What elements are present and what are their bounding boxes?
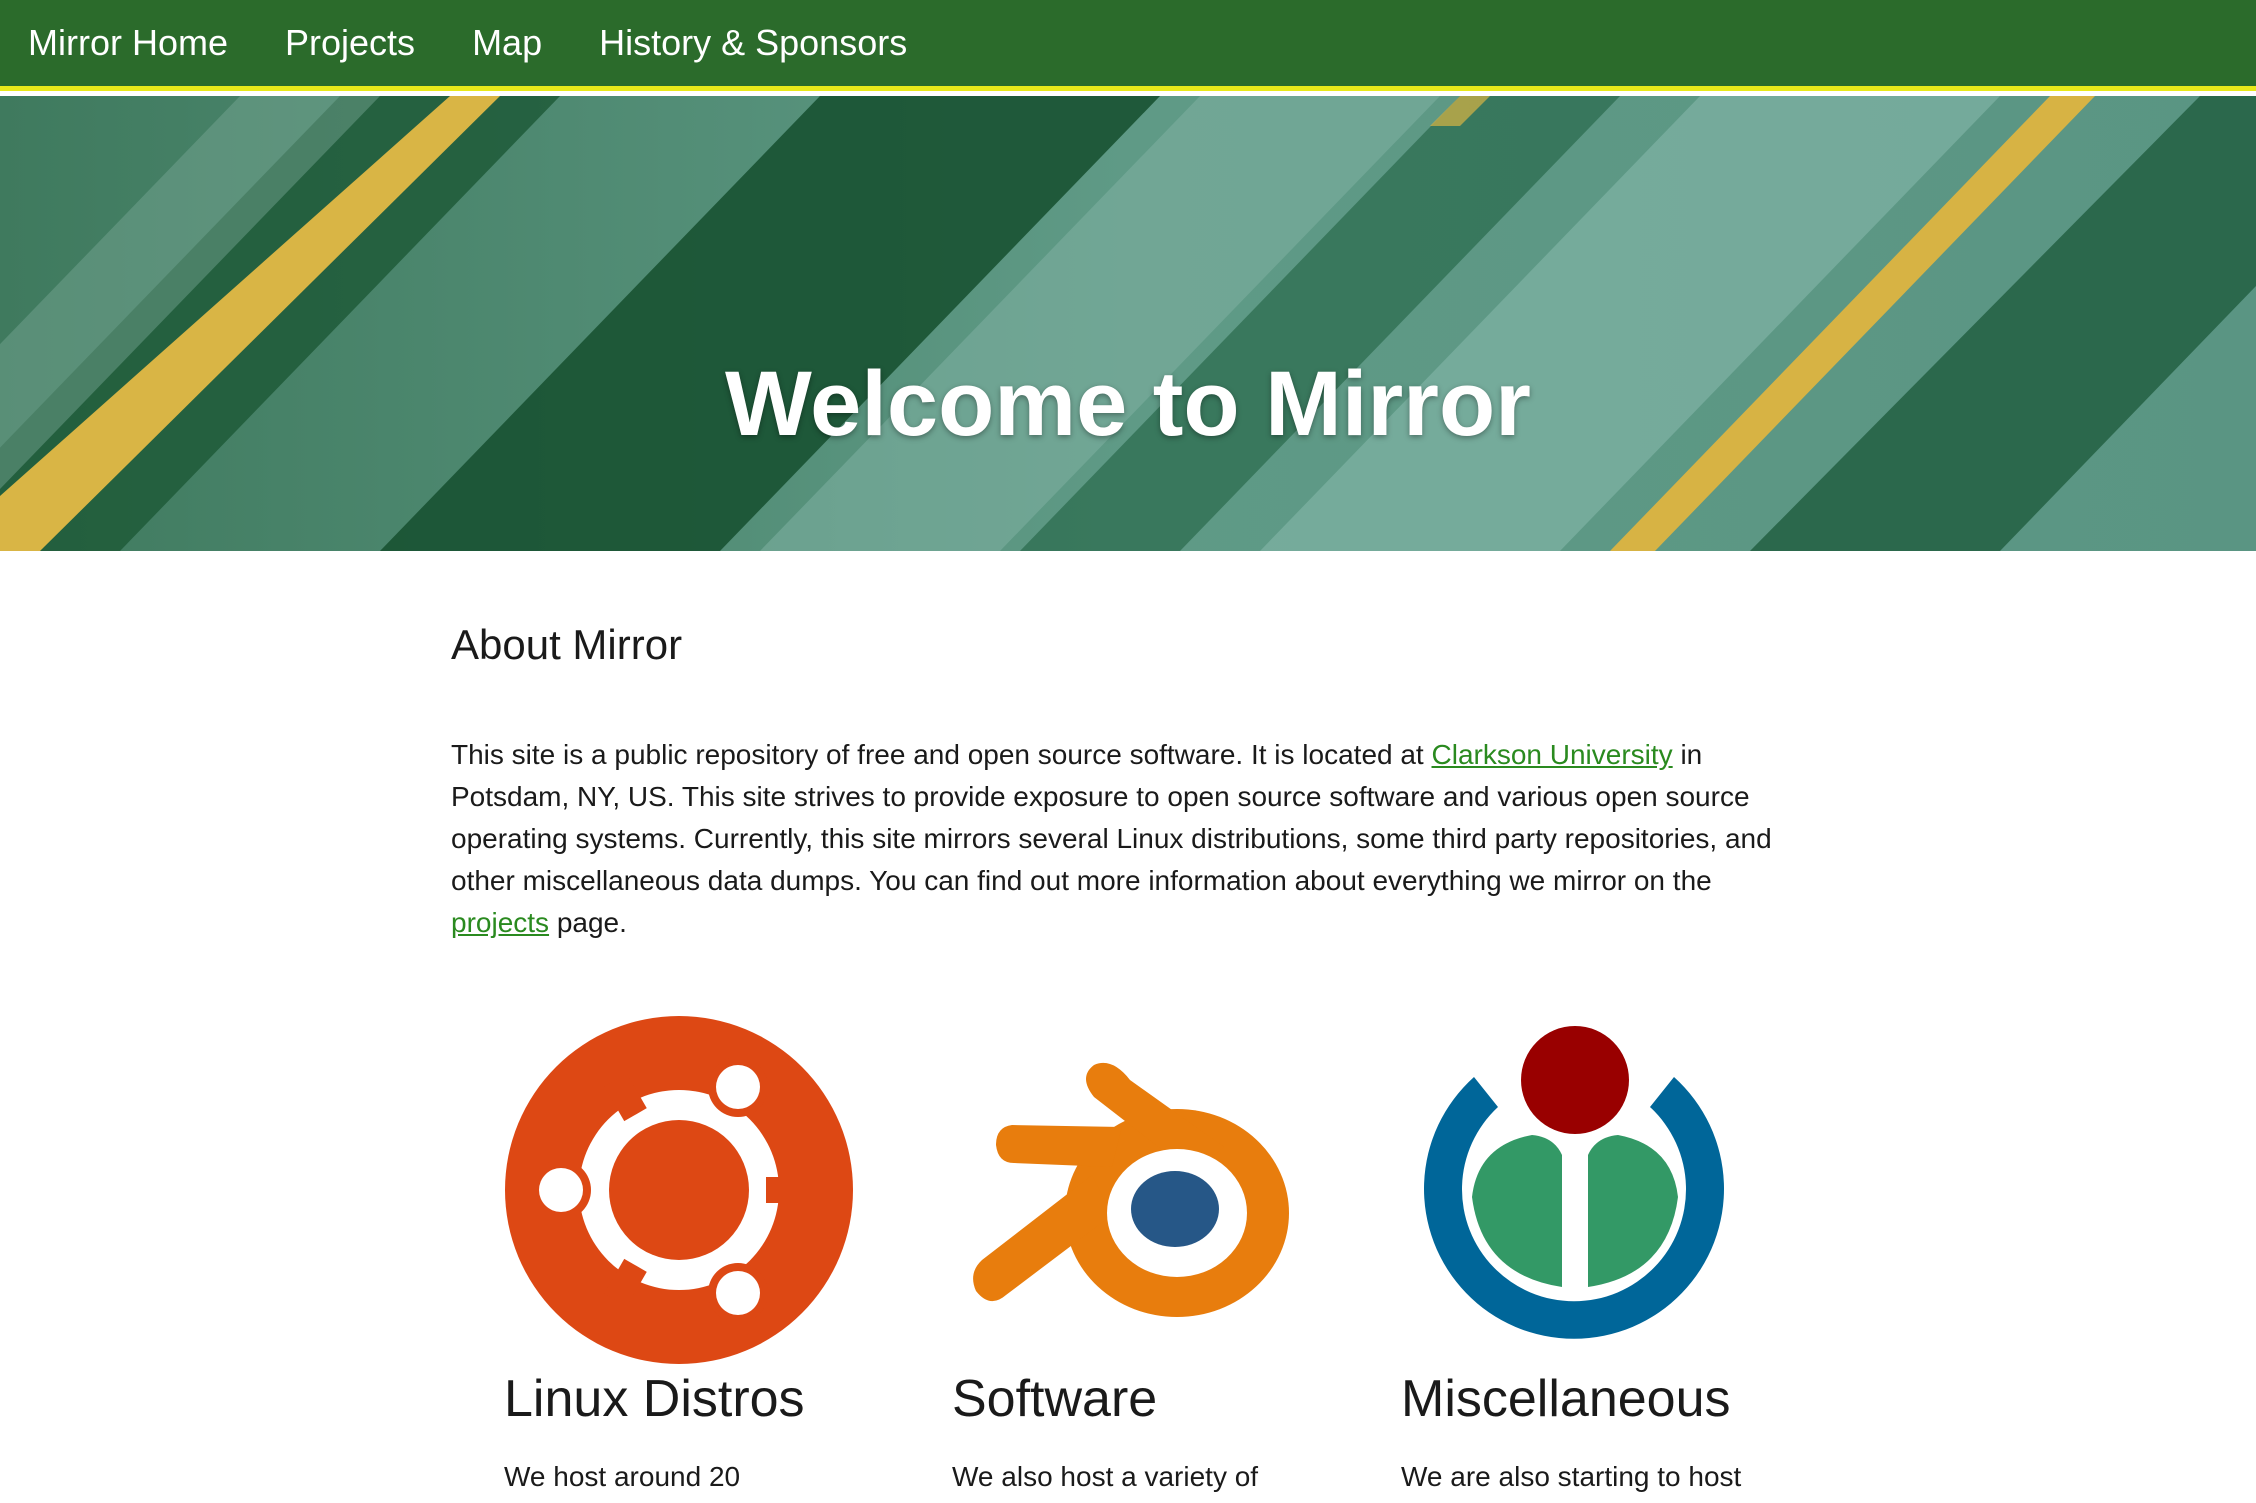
hero-leaf-background xyxy=(0,96,2256,551)
nav-link-projects[interactable]: Projects xyxy=(285,25,415,61)
projects-link[interactable]: projects xyxy=(451,907,549,938)
nav-link-map[interactable]: Map xyxy=(472,25,542,61)
wikimedia-logo-icon xyxy=(1424,1026,1724,1339)
about-text-part-1: This site is a public repository of free… xyxy=(451,739,1432,770)
card-title-miscellaneous: Miscellaneous xyxy=(1401,1370,1731,1428)
nav-link-mirror-home[interactable]: Mirror Home xyxy=(28,25,228,61)
hero-banner: Welcome to Mirror xyxy=(0,96,2256,551)
nav-link-history-sponsors[interactable]: History & Sponsors xyxy=(599,25,907,61)
card-text-software: We also host a variety of xyxy=(952,1461,1259,1492)
about-text-part-3: page. xyxy=(549,907,627,938)
card-text-miscellaneous: We are also starting to host xyxy=(1401,1461,1742,1492)
card-text-linux-distros: We host around 20 xyxy=(504,1461,741,1492)
about-paragraph: This site is a public repository of free… xyxy=(451,734,1811,944)
hero-title: Welcome to Mirror xyxy=(725,353,1531,455)
top-navbar: Mirror Home Projects Map History & Spons… xyxy=(0,0,2256,91)
ubuntu-logo-icon xyxy=(505,1016,853,1364)
about-heading: About Mirror xyxy=(451,621,683,668)
card-title-linux-distros: Linux Distros xyxy=(504,1370,805,1428)
blender-logo-icon xyxy=(973,1062,1289,1317)
clarkson-university-link[interactable]: Clarkson University xyxy=(1432,739,1673,770)
card-title-software: Software xyxy=(952,1370,1158,1428)
